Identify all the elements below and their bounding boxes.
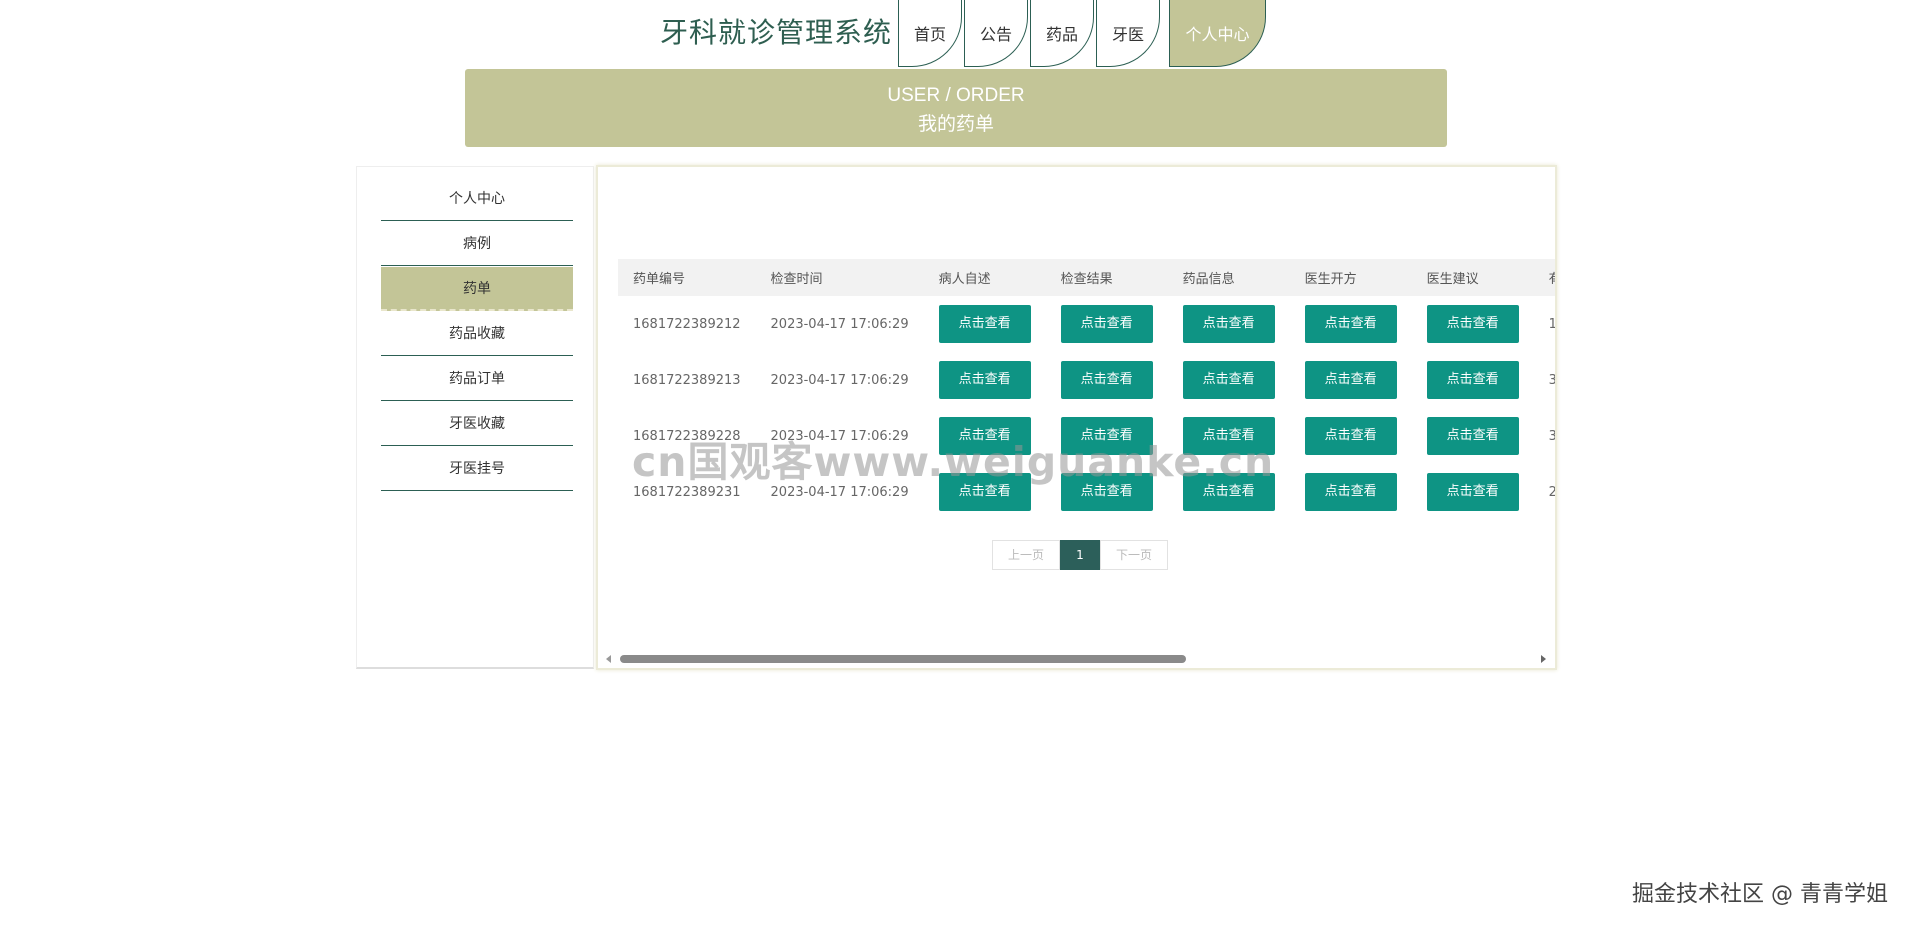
col-medicine-info: 药品信息 [1182, 272, 1235, 287]
prev-page-button[interactable]: 上一页 [992, 540, 1060, 570]
view-prescription-button[interactable]: 点击查看 [1304, 305, 1397, 343]
view-prescription-button[interactable]: 点击查看 [1304, 417, 1397, 455]
view-advice-button[interactable]: 点击查看 [1426, 305, 1519, 343]
next-page-button[interactable]: 下一页 [1100, 540, 1168, 570]
center-watermark: cn国观客www.weiguanke.cn [632, 438, 1275, 486]
sidebar-item-prescription[interactable]: 药单 [381, 267, 573, 311]
scrollbar-thumb[interactable] [620, 655, 1186, 663]
nav-home[interactable]: 首页 [898, 0, 962, 67]
nav-medicine[interactable]: 药品 [1030, 0, 1094, 67]
cell-extra: 3 [1548, 428, 1557, 444]
sidebar-item-case[interactable]: 病例 [381, 222, 573, 266]
cell-id: 1681722389212 [633, 316, 741, 332]
view-medicine-button[interactable]: 点击查看 [1182, 361, 1275, 399]
cell-time: 2023-04-17 17:06:29 [770, 372, 909, 388]
site-title: 牙科就诊管理系统 [660, 16, 893, 49]
col-check-time: 检查时间 [770, 272, 823, 287]
sidebar-item-user-center[interactable]: 个人中心 [381, 177, 573, 221]
table-row: 1681722389213 2023-04-17 17:06:29 点击查看 点… [618, 352, 1557, 408]
banner-en-title: USER / ORDER [887, 85, 1025, 106]
view-result-button[interactable]: 点击查看 [1060, 305, 1153, 343]
view-result-button[interactable]: 点击查看 [1060, 361, 1153, 399]
view-advice-button[interactable]: 点击查看 [1426, 473, 1519, 511]
view-statement-button[interactable]: 点击查看 [938, 361, 1031, 399]
cell-time: 2023-04-17 17:06:29 [770, 316, 909, 332]
table-row: 1681722389212 2023-04-17 17:06:29 点击查看 点… [618, 296, 1557, 352]
current-page-button[interactable]: 1 [1060, 540, 1100, 570]
sidebar-item-dentist-registration[interactable]: 牙医挂号 [381, 447, 573, 491]
col-patient-statement: 病人自述 [938, 272, 991, 287]
corner-watermark: 掘金技术社区 @ 青青学姐 [1632, 882, 1888, 907]
view-advice-button[interactable]: 点击查看 [1426, 417, 1519, 455]
view-advice-button[interactable]: 点击查看 [1426, 361, 1519, 399]
table-header-row: 药单编号 检查时间 病人自述 检查结果 药品信息 医生开方 医生建议 有 [618, 259, 1555, 296]
scroll-left-icon[interactable] [606, 655, 611, 663]
view-prescription-button[interactable]: 点击查看 [1304, 473, 1397, 511]
view-statement-button[interactable]: 点击查看 [938, 305, 1031, 343]
cell-id: 1681722389213 [633, 372, 741, 388]
sidebar: 个人中心 病例 药单 药品收藏 药品订单 牙医收藏 牙医挂号 [356, 166, 594, 669]
nav-dentist[interactable]: 牙医 [1096, 0, 1160, 67]
sidebar-item-medicine-orders[interactable]: 药品订单 [381, 357, 573, 401]
col-doctor-advice: 医生建议 [1426, 272, 1479, 287]
col-doctor-prescription: 医生开方 [1304, 272, 1357, 287]
scroll-right-icon[interactable] [1541, 655, 1546, 663]
col-check-result: 检查结果 [1060, 272, 1113, 287]
view-prescription-button[interactable]: 点击查看 [1304, 361, 1397, 399]
col-prescription-id: 药单编号 [633, 272, 686, 287]
col-truncated: 有 [1534, 259, 1555, 296]
banner-zh-title: 我的药单 [917, 113, 994, 135]
nav-notice[interactable]: 公告 [964, 0, 1028, 67]
sidebar-item-dentist-favorites[interactable]: 牙医收藏 [381, 402, 573, 446]
cell-extra: 3 [1548, 372, 1557, 388]
content-panel: 药单编号 检查时间 病人自述 检查结果 药品信息 医生开方 医生建议 有 168… [596, 165, 1557, 670]
sidebar-item-medicine-favorites[interactable]: 药品收藏 [381, 312, 573, 356]
cell-extra: 2 [1548, 484, 1557, 500]
horizontal-scrollbar[interactable] [606, 652, 1546, 666]
pagination: 上一页 1 下一页 [992, 540, 1168, 570]
view-medicine-button[interactable]: 点击查看 [1182, 305, 1275, 343]
cell-extra: 1 [1548, 316, 1557, 332]
page-banner: USER / ORDER 我的药单 [465, 69, 1447, 147]
nav-user-center[interactable]: 个人中心 [1169, 0, 1266, 67]
